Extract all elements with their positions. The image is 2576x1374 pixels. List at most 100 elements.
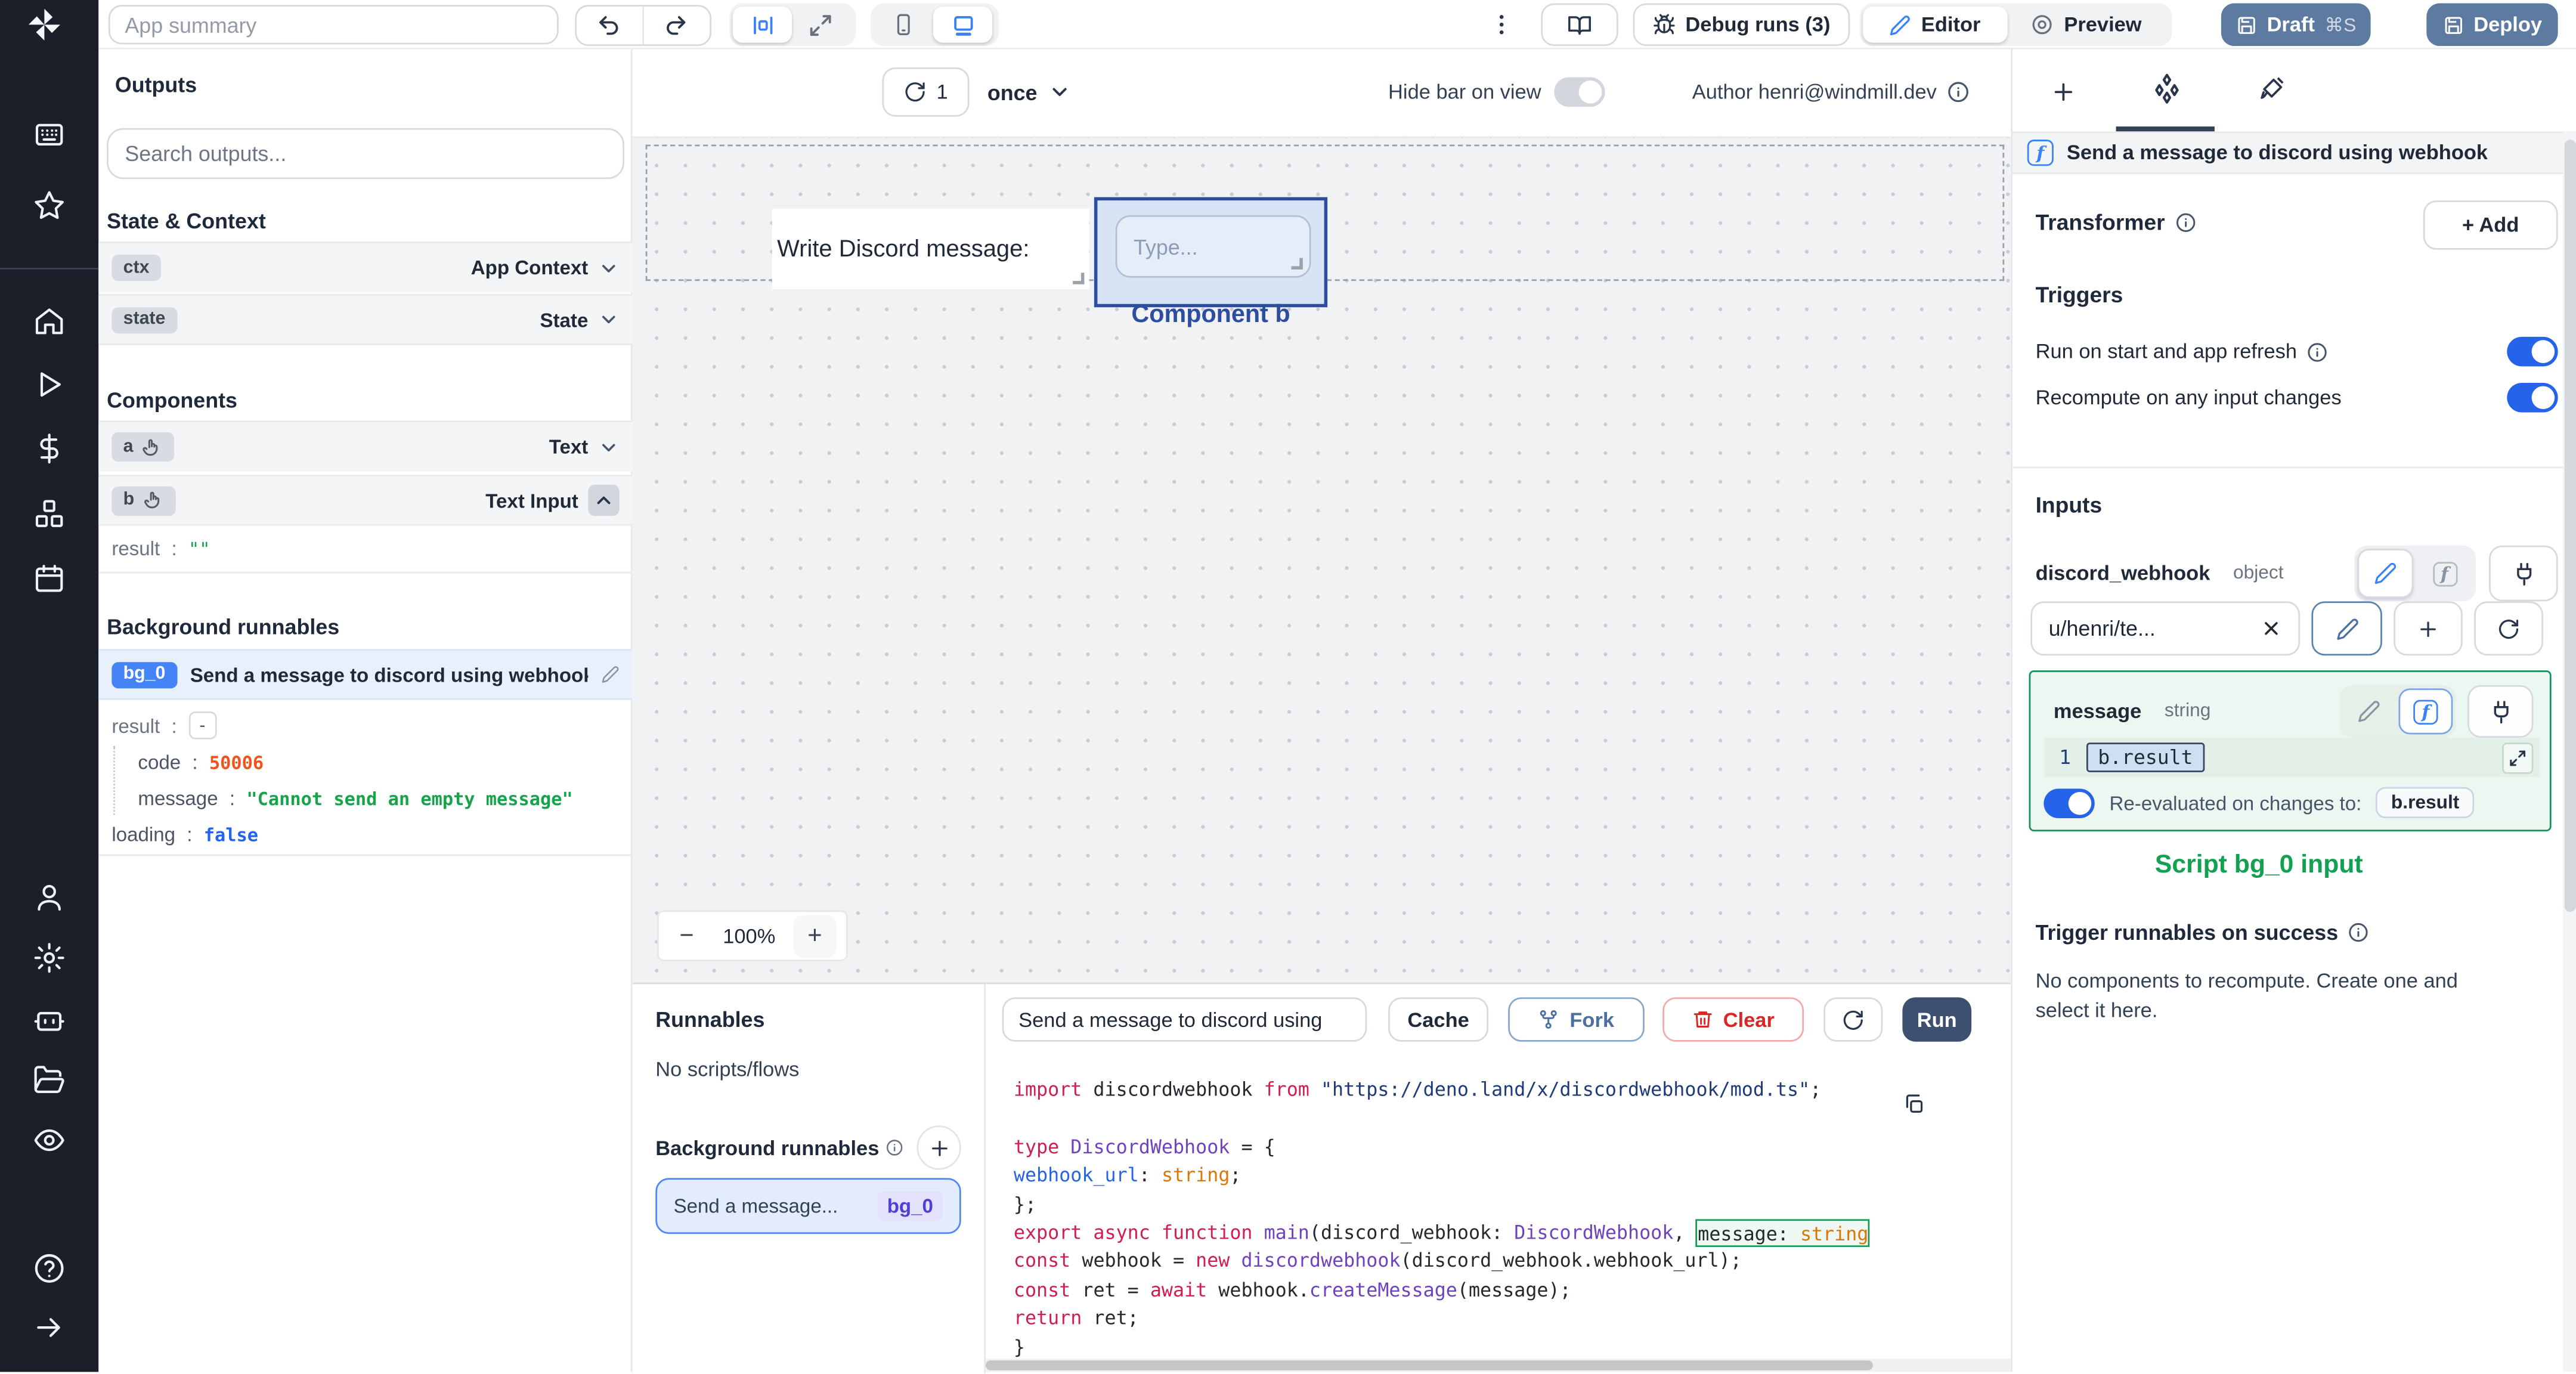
zoom-in-button[interactable]: +	[793, 914, 837, 957]
bg0-runnable-card[interactable]: Send a message... bg_0	[655, 1178, 961, 1234]
redo-button[interactable]	[643, 6, 710, 44]
center-align-button[interactable]	[732, 7, 792, 43]
code-editor[interactable]: import discordwebhook from "https://deno…	[986, 1066, 2011, 1359]
workers-robot-icon[interactable]	[33, 1002, 66, 1035]
component-row-b[interactable]: b Text Input	[98, 475, 633, 526]
selected-component-b[interactable]: Type...	[1094, 197, 1328, 308]
recompute-toggle[interactable]	[2507, 382, 2558, 413]
pencil-icon[interactable]	[601, 666, 619, 683]
schedules-calendar-icon[interactable]	[33, 562, 66, 595]
cache-button[interactable]: Cache	[1388, 997, 1489, 1042]
clear-button[interactable]: Clear	[1662, 997, 1804, 1042]
tab-insert-plus-icon[interactable]	[2050, 79, 2076, 105]
reeval-toggle[interactable]	[2044, 788, 2095, 818]
static-mode-button[interactable]	[2357, 549, 2414, 598]
copy-clipboard-icon[interactable]	[1902, 1093, 1925, 1116]
resources-boxes-icon[interactable]	[33, 498, 66, 531]
chevron-down-icon[interactable]	[598, 257, 620, 278]
component-row-a[interactable]: a Text	[98, 420, 633, 472]
info-circle-icon[interactable]	[1946, 81, 1970, 104]
device-group	[871, 3, 999, 47]
settings-gear-icon[interactable]	[33, 942, 66, 974]
input-message-name: message	[2053, 700, 2142, 723]
refresh-count-button[interactable]: 1	[882, 67, 970, 117]
fullscreen-button[interactable]	[792, 7, 849, 43]
add-transformer-button[interactable]: + Add	[2423, 200, 2558, 250]
hide-bar-toggle[interactable]	[1554, 77, 1606, 107]
collapse-arrow-icon[interactable]	[33, 1311, 66, 1344]
variables-dollar-icon[interactable]	[33, 432, 66, 465]
plug-icon	[2516, 562, 2531, 585]
audit-eye-icon[interactable]	[33, 1124, 66, 1156]
schedule-mode-dropdown[interactable]: once	[987, 67, 1072, 117]
draft-button[interactable]: Draft ⌘S	[2221, 3, 2371, 47]
bg0-row[interactable]: bg_0 Send a message to discord using web…	[98, 649, 633, 700]
transformer-header: Transformer	[2036, 211, 2196, 235]
mobile-view-button[interactable]	[874, 7, 933, 43]
plus-icon	[2420, 620, 2436, 636]
refresh-code-button[interactable]	[1823, 997, 1883, 1042]
apps-icon[interactable]	[33, 118, 66, 151]
refresh-resource-button[interactable]	[2474, 601, 2543, 656]
connect-plug-button[interactable]	[2467, 685, 2534, 738]
tab-theme-brush-icon[interactable]	[2256, 76, 2286, 106]
collapse-value-button[interactable]: -	[188, 711, 216, 739]
runnable-name-input[interactable]	[1002, 997, 1367, 1042]
output-row-ctx[interactable]: ctx App Context	[98, 241, 633, 293]
component-a-badge: a	[123, 436, 134, 456]
add-runnable-button[interactable]	[917, 1125, 961, 1170]
expand-editor-button[interactable]	[2502, 741, 2534, 773]
add-resource-button[interactable]	[2394, 601, 2463, 656]
chevron-down-icon[interactable]	[598, 309, 620, 330]
run-button[interactable]: Run	[1902, 997, 1972, 1042]
resize-handle[interactable]	[1291, 258, 1303, 270]
draft-shortcut: ⌘S	[2324, 16, 2357, 36]
fork-button[interactable]: Fork	[1508, 997, 1645, 1042]
zoom-out-button[interactable]: −	[668, 922, 705, 950]
connect-plug-button[interactable]	[2488, 545, 2558, 602]
chevron-down-icon[interactable]	[598, 436, 620, 457]
star-icon[interactable]	[33, 189, 66, 222]
home-icon[interactable]	[33, 305, 66, 338]
windmill-logo-icon[interactable]	[23, 7, 66, 43]
output-row-state[interactable]: state State	[98, 294, 633, 345]
desktop-view-button[interactable]	[933, 7, 993, 43]
tab-settings-diamonds-icon[interactable]	[2150, 72, 2183, 105]
users-icon[interactable]	[33, 881, 66, 914]
resize-handle[interactable]	[1073, 273, 1085, 284]
close-x-icon[interactable]	[2261, 618, 2282, 639]
edit-resource-button[interactable]	[2311, 601, 2382, 656]
active-tab-underline	[2116, 126, 2215, 132]
collapse-button[interactable]	[588, 484, 620, 516]
scrollbar-thumb[interactable]	[986, 1360, 1873, 1370]
ctx-type: App Context	[470, 256, 589, 280]
tab-editor[interactable]: Editor	[1863, 7, 2008, 43]
components-title: Components	[107, 388, 237, 413]
kebab-menu-icon[interactable]	[1488, 11, 1515, 38]
text-component-value: Write Discord message:	[777, 236, 1030, 262]
background-runnables-title: Background runnables	[655, 1136, 880, 1159]
eval-mode-button[interactable]: f	[2398, 688, 2453, 735]
run-on-start-toggle[interactable]	[2507, 336, 2558, 367]
undo-button[interactable]	[577, 5, 643, 44]
reeval-target[interactable]: b.result	[2376, 787, 2475, 819]
deploy-button[interactable]: Deploy	[2426, 3, 2558, 47]
search-outputs-input[interactable]	[107, 128, 624, 180]
help-icon[interactable]	[33, 1252, 66, 1285]
folders-icon[interactable]	[33, 1063, 66, 1096]
text-input-component[interactable]: Type...	[1115, 215, 1311, 278]
runs-play-icon[interactable]	[33, 368, 66, 401]
resource-select[interactable]: u/henri/te...	[2030, 601, 2301, 656]
debug-runs-button[interactable]: Debug runs (3)	[1633, 3, 1850, 47]
static-mode-button[interactable]	[2343, 688, 2395, 734]
app-summary-input[interactable]	[108, 5, 559, 45]
tab-preview[interactable]: Preview	[2008, 7, 2165, 43]
expr-editor-line[interactable]: 1 b.result	[2044, 738, 2540, 778]
expr-value[interactable]: b.result	[2086, 742, 2205, 772]
app-canvas[interactable]: Write Discord message: Type... Component…	[632, 138, 2011, 983]
scrollbar-thumb[interactable]	[2564, 140, 2576, 912]
eval-mode-button[interactable]: f	[2417, 549, 2473, 598]
docs-button[interactable]	[1541, 3, 1618, 47]
text-component[interactable]: Write Discord message:	[772, 208, 1089, 289]
code-line: type DiscordWebhook = {	[1013, 1135, 1275, 1158]
